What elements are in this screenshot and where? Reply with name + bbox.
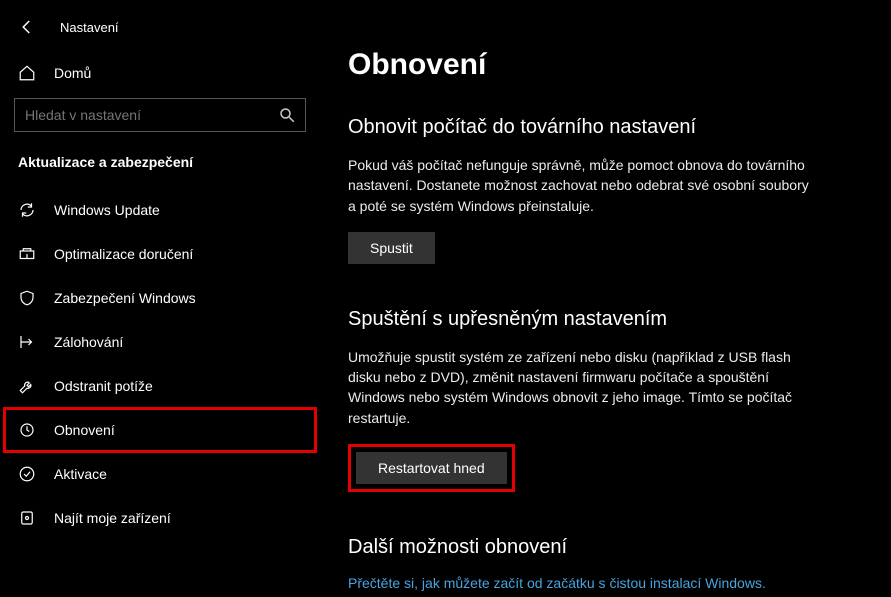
sidebar-item-label: Zabezpečení Windows — [54, 290, 196, 306]
sidebar-item-recovery[interactable]: Obnovení — [4, 408, 316, 452]
sidebar-item-label: Najít moje zařízení — [54, 510, 171, 526]
check-icon — [18, 465, 36, 483]
home-label: Domů — [54, 65, 91, 81]
backup-icon — [18, 333, 36, 351]
restart-now-button[interactable]: Restartovat hned — [356, 452, 507, 484]
sidebar-item-label: Obnovení — [54, 422, 115, 438]
main-content: Obnovení Obnovit počítač do továrního na… — [320, 0, 891, 597]
sidebar: Nastavení Domů Aktualizace a zabezpečení… — [0, 0, 320, 597]
sidebar-item-label: Windows Update — [54, 202, 160, 218]
advanced-heading: Spuštění s upřesněným nastavením — [348, 308, 863, 331]
section-label: Aktualizace a zabezpečení — [0, 150, 320, 188]
reset-heading: Obnovit počítač do továrního nastavení — [348, 116, 863, 139]
sidebar-item-label: Odstranit potíže — [54, 378, 153, 394]
home-button[interactable]: Domů — [0, 54, 320, 98]
section-reset: Obnovit počítač do továrního nastavení P… — [348, 116, 863, 264]
sidebar-item-windows-security[interactable]: Zabezpečení Windows — [0, 276, 320, 320]
sidebar-item-activation[interactable]: Aktivace — [0, 452, 320, 496]
delivery-icon — [18, 245, 36, 263]
page-title: Obnovení — [348, 48, 863, 82]
sidebar-item-label: Zálohování — [54, 334, 123, 350]
recovery-icon — [18, 421, 36, 439]
search-icon — [278, 106, 296, 124]
titlebar: Nastavení — [0, 12, 320, 54]
home-icon — [18, 64, 36, 82]
restart-highlight: Restartovat hned — [348, 444, 515, 492]
sidebar-item-windows-update[interactable]: Windows Update — [0, 188, 320, 232]
more-heading: Další možnosti obnovení — [348, 536, 863, 559]
sidebar-item-troubleshoot[interactable]: Odstranit potíže — [0, 364, 320, 408]
location-icon — [18, 509, 36, 527]
back-icon[interactable] — [18, 18, 36, 36]
sidebar-item-label: Optimalizace doručení — [54, 246, 193, 262]
wrench-icon — [18, 377, 36, 395]
app-title: Nastavení — [60, 20, 119, 35]
reset-description: Pokud váš počítač nefunguje správně, můž… — [348, 155, 818, 216]
sidebar-item-find-device[interactable]: Najít moje zařízení — [0, 496, 320, 540]
fresh-start-link[interactable]: Přečtěte si, jak můžete začít od začátku… — [348, 575, 766, 591]
section-advanced-startup: Spuštění s upřesněným nastavením Umožňuj… — [348, 308, 863, 492]
section-more-options: Další možnosti obnovení Přečtěte si, jak… — [348, 536, 863, 591]
sidebar-item-delivery-optimization[interactable]: Optimalizace doručení — [0, 232, 320, 276]
sync-icon — [18, 201, 36, 219]
sidebar-item-label: Aktivace — [54, 466, 107, 482]
sidebar-item-backup[interactable]: Zálohování — [0, 320, 320, 364]
reset-button[interactable]: Spustit — [348, 232, 435, 264]
search-box[interactable] — [14, 98, 306, 132]
shield-icon — [18, 289, 36, 307]
advanced-description: Umožňuje spustit systém ze zařízení nebo… — [348, 347, 818, 428]
search-input[interactable] — [14, 98, 306, 132]
